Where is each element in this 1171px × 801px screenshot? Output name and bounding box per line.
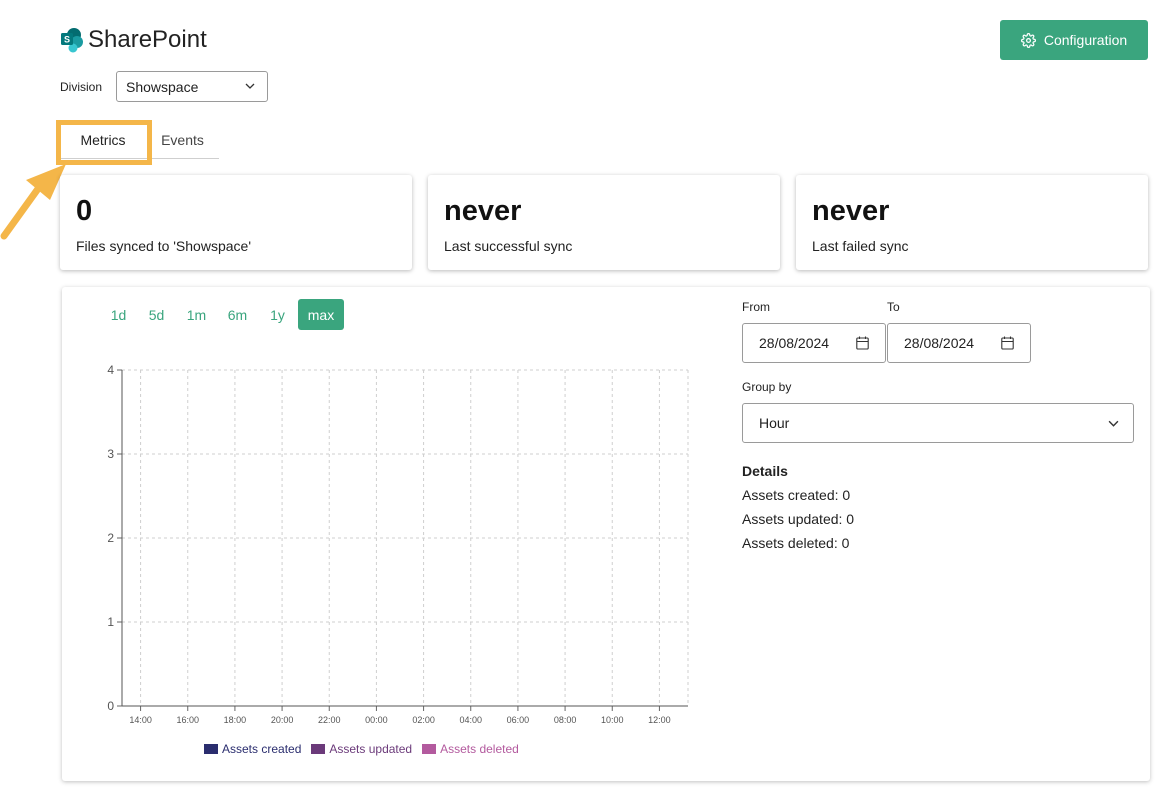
assets-chart: 0 1 2 3 4 14:00 16:00 18:00 20:00 22:00 00:00 02:00… xyxy=(107,363,689,725)
from-date-input[interactable]: 28/08/2024 xyxy=(742,323,886,363)
y-tick-label: 4 xyxy=(107,363,114,377)
stat-card-last-successful-sync: never Last successful sync xyxy=(428,175,780,270)
legend-label: Assets deleted xyxy=(440,742,519,756)
detail-assets-updated: Assets updated: 0 xyxy=(742,511,855,527)
svg-text:S: S xyxy=(64,35,70,45)
from-label: From xyxy=(742,300,770,314)
from-date-value: 28/08/2024 xyxy=(759,335,830,351)
x-tick-label: 18:00 xyxy=(224,715,247,725)
to-date-input[interactable]: 28/08/2024 xyxy=(887,323,1031,363)
x-tick-label: 04:00 xyxy=(459,715,482,725)
tab-events[interactable]: Events xyxy=(146,122,219,158)
gear-icon xyxy=(1020,32,1036,48)
legend-item-assets-created[interactable]: Assets created xyxy=(204,741,301,757)
legend-label: Assets updated xyxy=(329,742,413,756)
legend-swatch xyxy=(204,744,218,754)
x-tick-label: 22:00 xyxy=(318,715,341,725)
range-button-5d[interactable]: 5d xyxy=(140,299,173,330)
y-tick-label: 0 xyxy=(107,699,114,713)
configuration-button[interactable]: Configuration xyxy=(1000,20,1148,60)
calendar-icon[interactable] xyxy=(856,336,869,350)
x-tick-label: 08:00 xyxy=(554,715,577,725)
chevron-down-icon xyxy=(1108,420,1119,427)
range-button-1d[interactable]: 1d xyxy=(102,299,135,330)
sharepoint-logo: S xyxy=(60,26,84,54)
app-title: SharePoint xyxy=(88,26,207,53)
sharepoint-logo-icon: S xyxy=(61,28,83,53)
stat-label: Last failed sync xyxy=(812,238,909,254)
group-by-select[interactable]: Hour xyxy=(742,403,1134,443)
range-button-6m[interactable]: 6m xyxy=(220,299,255,330)
to-label: To xyxy=(887,300,900,314)
legend-item-assets-deleted[interactable]: Assets deleted xyxy=(422,741,519,757)
stat-card-files-synced: 0 Files synced to 'Showspace' xyxy=(60,175,412,270)
configuration-button-label: Configuration xyxy=(1043,32,1128,48)
division-label: Division xyxy=(60,80,103,94)
chart-legend: Assets created Assets updated Assets del… xyxy=(204,741,519,757)
y-tick-label: 3 xyxy=(107,447,114,461)
range-button-1y[interactable]: 1y xyxy=(261,299,294,330)
y-tick-label: 1 xyxy=(107,615,114,629)
detail-assets-deleted: Assets deleted: 0 xyxy=(742,535,850,551)
range-button-1m[interactable]: 1m xyxy=(179,299,214,330)
legend-swatch xyxy=(311,744,326,754)
group-by-label: Group by xyxy=(742,380,792,394)
legend-item-assets-updated[interactable]: Assets updated xyxy=(311,741,412,757)
x-tick-label: 20:00 xyxy=(271,715,294,725)
y-tick-label: 2 xyxy=(107,531,114,545)
metrics-panel: 1d 5d 1m 6m 1y max 0 1 2 3 4 14:00 16:00 18:00 2… xyxy=(62,287,1150,781)
x-tick-label: 16:00 xyxy=(176,715,199,725)
x-tick-label: 02:00 xyxy=(412,715,435,725)
x-tick-label: 12:00 xyxy=(648,715,671,725)
detail-assets-created: Assets created: 0 xyxy=(742,487,851,503)
stat-value: never xyxy=(444,195,522,227)
stat-label: Last successful sync xyxy=(444,238,573,254)
x-tick-label: 06:00 xyxy=(507,715,530,725)
to-date-value: 28/08/2024 xyxy=(904,335,975,351)
x-tick-label: 10:00 xyxy=(601,715,624,725)
group-by-value: Hour xyxy=(759,415,790,431)
legend-swatch xyxy=(422,744,437,754)
stat-card-last-failed-sync: never Last failed sync xyxy=(796,175,1148,270)
details-title: Details xyxy=(742,463,788,479)
calendar-icon[interactable] xyxy=(1001,336,1014,350)
x-tick-label: 00:00 xyxy=(365,715,388,725)
stat-value: never xyxy=(812,195,890,227)
range-button-max[interactable]: max xyxy=(298,299,344,330)
highlight-box xyxy=(56,120,152,165)
chevron-down-icon xyxy=(245,83,255,89)
stat-value: 0 xyxy=(76,195,93,227)
stat-label: Files synced to 'Showspace' xyxy=(76,238,251,254)
division-select[interactable]: Showspace xyxy=(116,71,268,102)
legend-label: Assets created xyxy=(222,742,302,756)
division-select-value: Showspace xyxy=(126,78,199,95)
x-tick-label: 14:00 xyxy=(129,715,152,725)
